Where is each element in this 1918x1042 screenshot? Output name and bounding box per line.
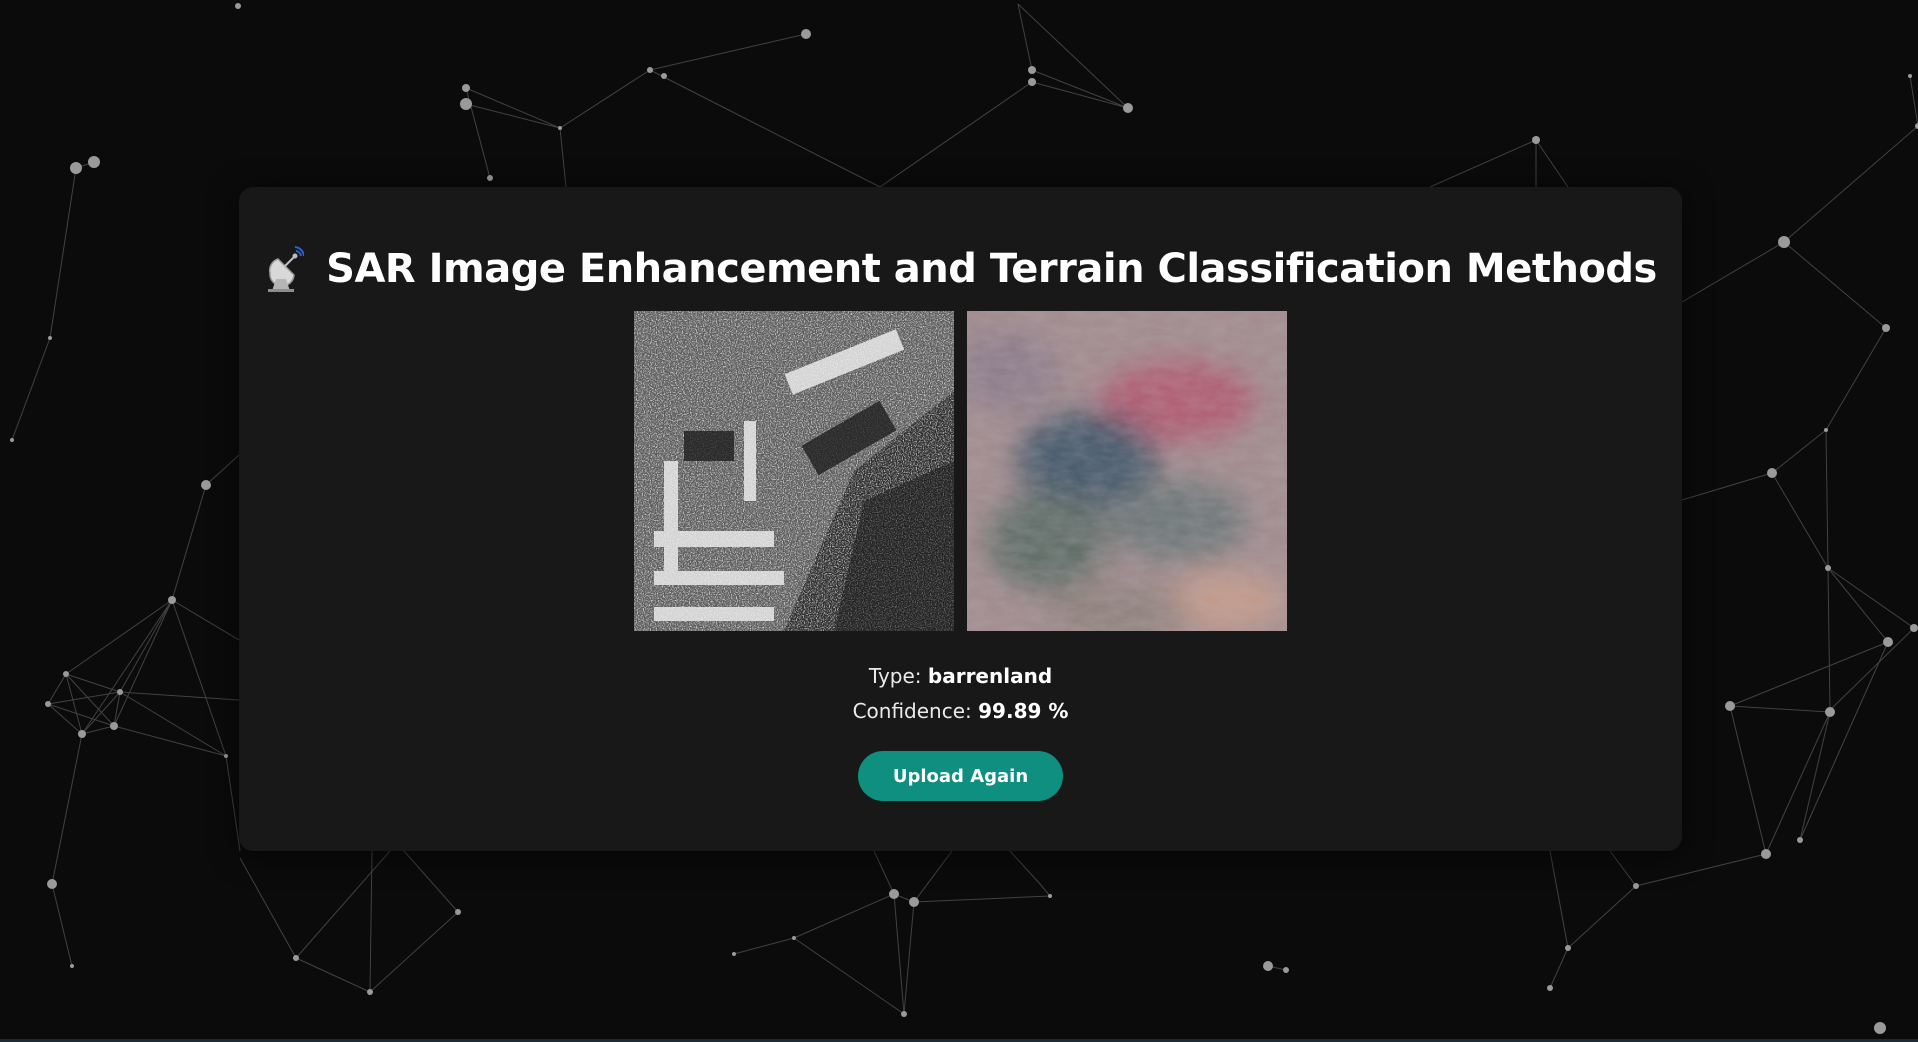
result-card: SAR Image Enhancement and Terrain Classi… (239, 187, 1682, 851)
terrain-type-line: Type: barrenland (239, 659, 1682, 694)
type-value: barrenland (927, 664, 1053, 688)
confidence-line: Confidence: 99.89 % (239, 694, 1682, 729)
satellite-dish-icon (264, 245, 306, 293)
colorized-terrain-image (967, 311, 1287, 631)
title-row: SAR Image Enhancement and Terrain Classi… (239, 239, 1682, 299)
classification-result: Type: barrenland Confidence: 99.89 % (239, 659, 1682, 729)
type-label: Type: (868, 664, 922, 688)
confidence-label: Confidence: (852, 699, 972, 723)
page-title: SAR Image Enhancement and Terrain Classi… (326, 246, 1657, 292)
sar-input-image (634, 311, 954, 631)
confidence-value: 99.89 % (978, 699, 1069, 723)
upload-again-button[interactable]: Upload Again (858, 751, 1063, 801)
image-comparison (634, 311, 1287, 631)
